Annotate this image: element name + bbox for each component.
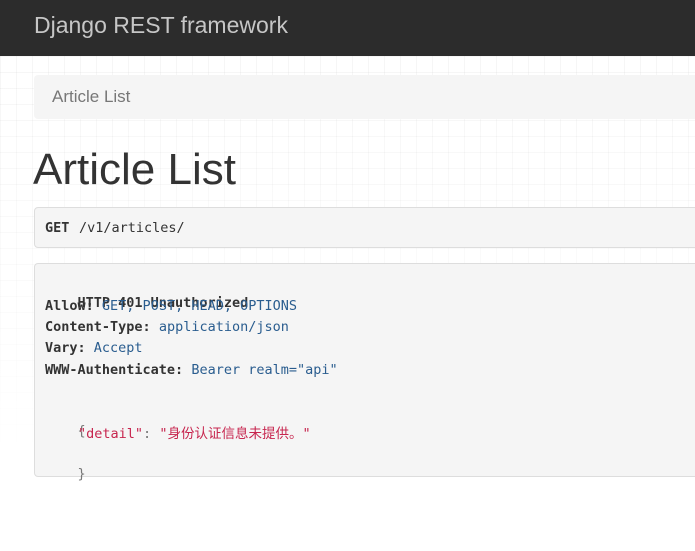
breadcrumb: Article List: [34, 75, 695, 119]
breadcrumb-item-article-list[interactable]: Article List: [52, 87, 130, 107]
json-colon: :: [143, 426, 152, 442]
header-name: WWW-Authenticate:: [45, 362, 184, 378]
header-name: Vary:: [45, 340, 86, 356]
brand-link[interactable]: Django REST framework: [34, 11, 288, 39]
header-value: GET, POST, HEAD, OPTIONS: [101, 298, 297, 314]
header-value: Bearer realm="api": [191, 362, 338, 378]
request-path: /v1/articles/: [79, 220, 185, 236]
page-title: Article List: [33, 145, 236, 194]
request-info: GET /v1/articles/: [34, 207, 695, 248]
header-name: Allow:: [45, 298, 94, 314]
header-value: application/json: [158, 319, 289, 335]
header-value: Accept: [93, 340, 143, 356]
header-row-vary: Vary: Accept: [45, 339, 143, 357]
json-close-brace: }: [77, 466, 86, 482]
header-row-content-type: Content-Type: application/json: [45, 318, 289, 336]
json-value-detail: "身份认证信息未提供。": [159, 426, 311, 442]
request-method: GET: [45, 220, 70, 236]
json-key-detail: "detail": [78, 426, 144, 442]
navbar: Django REST framework: [0, 0, 695, 57]
header-name: Content-Type:: [45, 319, 151, 335]
response-info: HTTP 401 Unauthorized Allow: GET, POST, …: [34, 263, 695, 482]
json-detail-row: "detail": "身份认证信息未提供。": [78, 425, 311, 443]
json-close-row: }: [45, 447, 86, 501]
header-row-www-authenticate: WWW-Authenticate: Bearer realm="api": [45, 361, 338, 379]
header-row-allow: Allow: GET, POST, HEAD, OPTIONS: [45, 297, 297, 315]
